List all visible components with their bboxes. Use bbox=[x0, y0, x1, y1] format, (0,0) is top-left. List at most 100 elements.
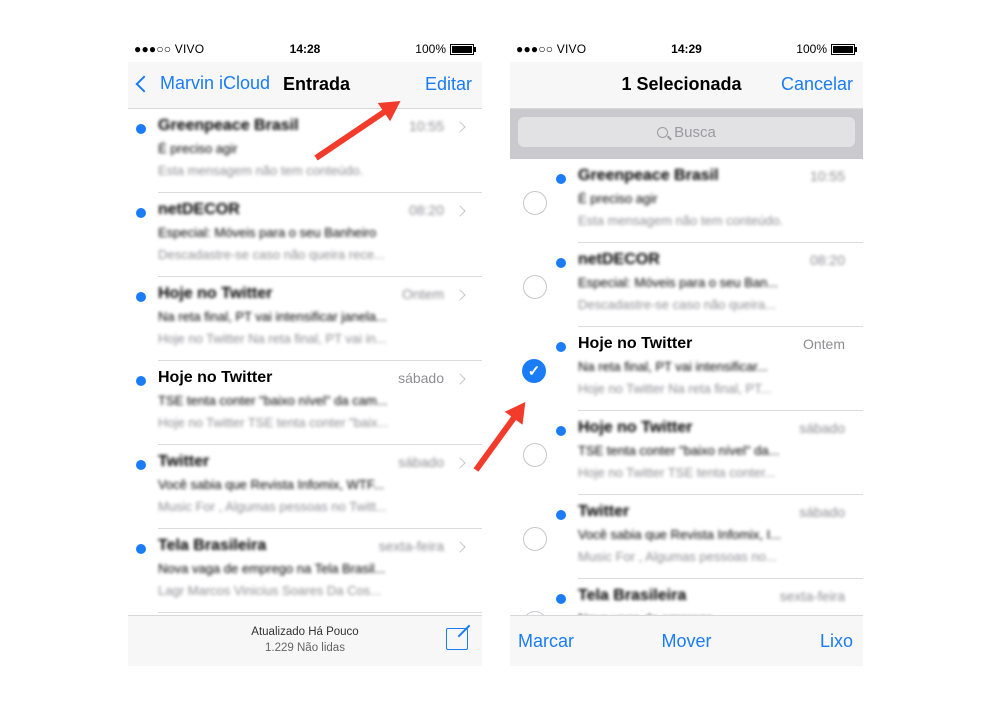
message-sender: Greenpeace Brasil bbox=[578, 167, 719, 184]
list-item[interactable]: Twitter sábado Você sabia que Revista Info… bbox=[510, 495, 863, 579]
message-sender: Greenpeace Brasil bbox=[158, 117, 299, 134]
chevron-right-icon bbox=[454, 205, 466, 217]
list-item[interactable]: Hoje no Twitter sábado TSE tenta conter "b… bbox=[510, 411, 863, 495]
message-preview: Esta mensagem não tem conteúdo. bbox=[158, 163, 364, 178]
bottom-toolbar: Atualizado Há Pouco 1.229 Não lidas bbox=[128, 615, 482, 666]
message-date: 10:55 bbox=[408, 118, 444, 134]
message-date: sábado bbox=[398, 454, 444, 470]
unread-dot-icon bbox=[136, 544, 146, 554]
message-preview: Music For , Algumas pessoas no Twitt... bbox=[158, 499, 387, 514]
message-preview: Descadastre-se caso não queira... bbox=[578, 297, 776, 312]
message-preview: Lagr Marcos Vinicius Soares Da Cos... bbox=[158, 583, 382, 598]
unread-dot-icon bbox=[556, 258, 566, 268]
message-preview: Hoje no Twitter Na reta final, PT... bbox=[578, 381, 772, 396]
message-subject: Nova vaga de emprego na Tela Brasil... bbox=[158, 561, 386, 576]
chevron-right-icon bbox=[454, 541, 466, 553]
battery-icon bbox=[831, 43, 857, 55]
select-circle-icon[interactable] bbox=[523, 191, 547, 215]
unread-count: 1.229 Não lidas bbox=[265, 642, 345, 654]
message-preview: Hoje no Twitter Na reta final, PT vai in… bbox=[158, 331, 387, 346]
message-date: sábado bbox=[398, 370, 444, 386]
unread-dot-icon bbox=[556, 342, 566, 352]
unread-dot-icon bbox=[556, 174, 566, 184]
list-item[interactable]: Hoje no Twitter Ontem Na reta final, PT va… bbox=[128, 277, 482, 361]
message-date: sexta-feira bbox=[779, 588, 845, 604]
message-subject: Na reta final, PT vai intensificar... bbox=[578, 359, 768, 374]
select-circle-icon[interactable] bbox=[523, 443, 547, 467]
message-date: sexta-feira bbox=[378, 538, 444, 554]
right-phone-screen: ●●●○○ VIVO 14:29 100% 1 Selecionada Canc… bbox=[510, 38, 863, 666]
list-item[interactable]: Tela Brasileira sexta-feira Nova vaga de e… bbox=[128, 529, 482, 613]
page-title: Entrada bbox=[283, 74, 351, 94]
message-date: Ontem bbox=[802, 336, 845, 352]
message-date: sábado bbox=[799, 504, 845, 520]
navigation-bar: 1 Selecionada Cancelar bbox=[510, 62, 863, 109]
message-sender: Twitter bbox=[578, 503, 630, 520]
message-sender: Hoje no Twitter bbox=[578, 335, 693, 352]
move-button[interactable]: Mover bbox=[510, 631, 863, 652]
chevron-right-icon bbox=[454, 373, 466, 385]
message-subject: É preciso agir bbox=[578, 191, 658, 206]
message-sender: Hoje no Twitter bbox=[158, 369, 273, 386]
status-bar: ●●●○○ VIVO 14:28 100% bbox=[128, 38, 482, 60]
message-date: 10:55 bbox=[809, 168, 845, 184]
chevron-right-icon bbox=[454, 457, 466, 469]
message-preview: Esta mensagem não tem conteúdo. bbox=[578, 213, 784, 228]
message-subject: Você sabia que Revista Infomix, I... bbox=[578, 527, 782, 542]
battery-percent: 100% bbox=[796, 42, 827, 56]
chevron-left-icon bbox=[135, 75, 153, 92]
back-button[interactable]: Marvin iCloud bbox=[135, 73, 271, 94]
compose-icon[interactable] bbox=[446, 628, 468, 650]
unread-dot-icon bbox=[136, 124, 146, 134]
message-sender: Hoje no Twitter bbox=[578, 419, 693, 436]
select-circle-icon[interactable] bbox=[523, 275, 547, 299]
updated-status: Atualizado Há Pouco bbox=[251, 626, 359, 638]
search-placeholder: Busca bbox=[674, 123, 716, 141]
unread-dot-icon bbox=[136, 292, 146, 302]
list-item[interactable]: netDECOR 08:20 Especial: Móveis para o seu… bbox=[510, 243, 863, 327]
search-icon bbox=[657, 126, 669, 138]
message-subject: É preciso agir bbox=[158, 141, 238, 156]
left-phone-screen: ●●●○○ VIVO 14:28 100% Marvin iCloud Entr… bbox=[128, 38, 482, 666]
unread-dot-icon bbox=[556, 426, 566, 436]
navigation-bar: Marvin iCloud Entrada Editar bbox=[128, 62, 482, 109]
edit-button[interactable]: Editar bbox=[425, 74, 472, 95]
cancel-button[interactable]: Cancelar bbox=[781, 74, 853, 95]
message-preview: Music For , Algumas pessoas no... bbox=[578, 549, 777, 564]
unread-dot-icon bbox=[136, 376, 146, 386]
checkmark-icon[interactable]: ✓ bbox=[522, 359, 546, 383]
list-item[interactable]: Greenpeace Brasil 10:55 É preciso agir Esta… bbox=[128, 109, 482, 193]
message-date: 08:20 bbox=[809, 252, 845, 268]
message-preview: Hoje no Twitter TSE tenta conter "baix..… bbox=[158, 415, 389, 430]
message-sender: netDECOR bbox=[158, 201, 240, 218]
list-item[interactable]: Greenpeace Brasil 10:55 É preciso agir Esta… bbox=[510, 159, 863, 243]
back-label: Marvin iCloud bbox=[160, 73, 271, 93]
message-subject: TSE tenta conter "baixo nível" da... bbox=[578, 443, 780, 458]
message-sender: Tela Brasileira bbox=[158, 537, 267, 554]
chevron-right-icon bbox=[454, 289, 466, 301]
list-item[interactable]: netDECOR 08:20 Especial: Móveis para o seu… bbox=[128, 193, 482, 277]
row-divider bbox=[158, 612, 482, 613]
message-sender: Hoje no Twitter bbox=[158, 285, 273, 302]
select-circle-icon[interactable] bbox=[523, 527, 547, 551]
search-input[interactable]: Busca bbox=[518, 117, 855, 147]
battery-percent: 100% bbox=[415, 42, 446, 56]
list-item[interactable]: ✓ Hoje no Twitter Ontem Na reta final, PT v… bbox=[510, 327, 863, 411]
message-preview: Descadastre-se caso não queira rece... bbox=[158, 247, 385, 262]
message-sender: Twitter bbox=[158, 453, 210, 470]
list-item[interactable]: Twitter sábado Você sabia que Revista Info… bbox=[128, 445, 482, 529]
battery-icon bbox=[450, 43, 476, 55]
battery-indicator: 100% bbox=[796, 42, 857, 56]
unread-dot-icon bbox=[136, 460, 146, 470]
message-sender: netDECOR bbox=[578, 251, 660, 268]
unread-dot-icon bbox=[556, 594, 566, 604]
list-item[interactable]: Hoje no Twitter sábado TSE tenta conter "b… bbox=[128, 361, 482, 445]
trash-button[interactable]: Lixo bbox=[820, 631, 853, 652]
message-date: sábado bbox=[799, 420, 845, 436]
chevron-right-icon bbox=[454, 121, 466, 133]
message-subject: TSE tenta conter "baixo nível" da cam... bbox=[158, 393, 388, 408]
status-bar: ●●●○○ VIVO 14:29 100% bbox=[510, 38, 863, 60]
message-subject: Especial: Móveis para o seu Banheiro bbox=[158, 225, 377, 240]
unread-dot-icon bbox=[556, 510, 566, 520]
message-preview: Hoje no Twitter TSE tenta conter... bbox=[578, 465, 776, 480]
